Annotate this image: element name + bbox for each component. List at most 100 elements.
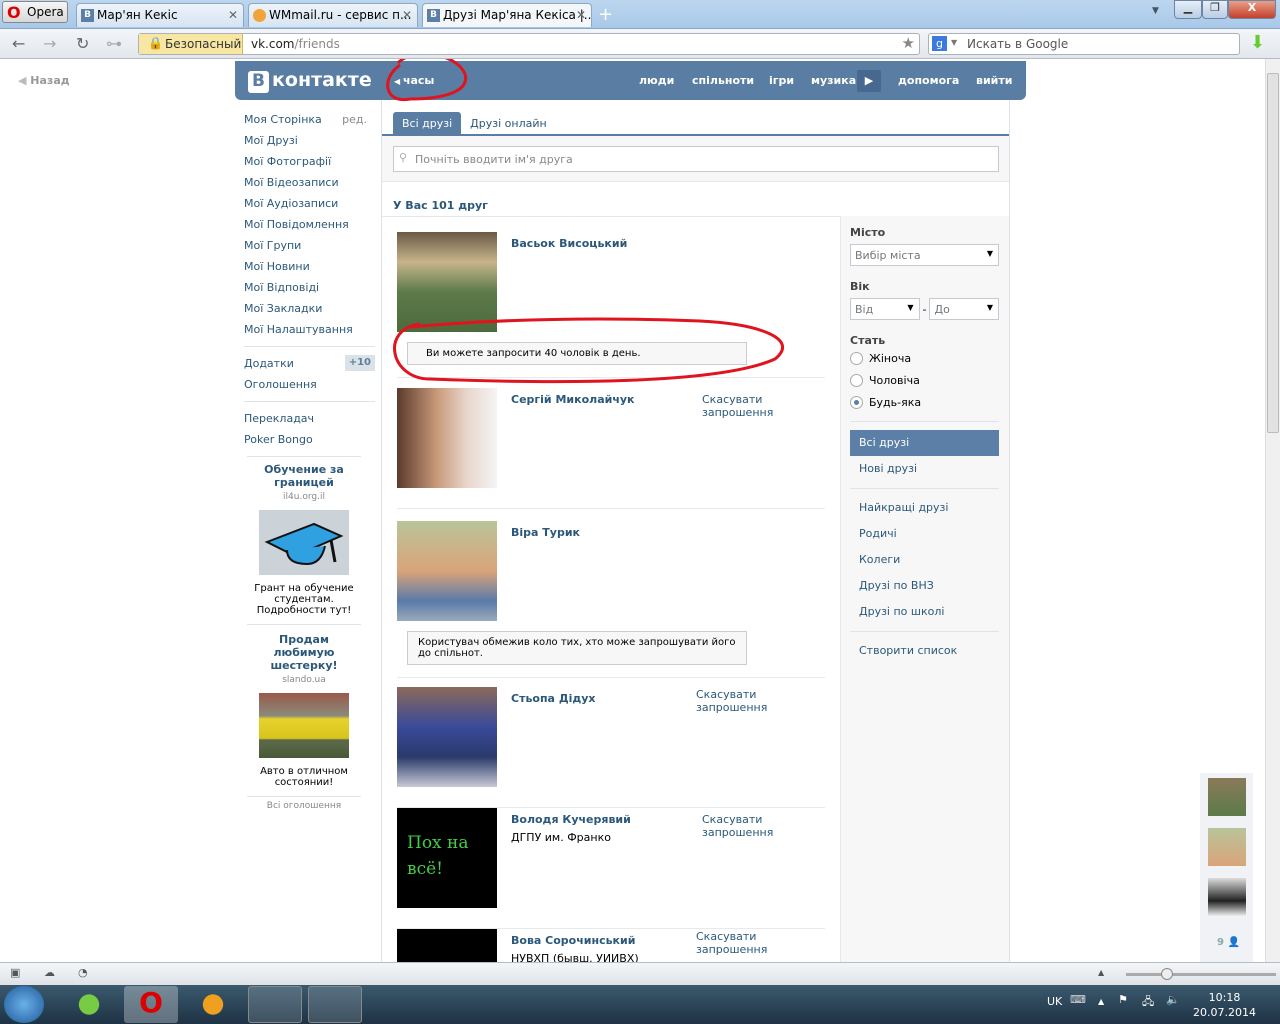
nav-games[interactable]: ігри [769,74,794,87]
nav-logout[interactable]: вийти [976,74,1012,87]
scroll-thumb[interactable] [1267,73,1279,433]
online-friend-avatar[interactable] [1208,878,1246,916]
edit-link[interactable]: ред. [342,109,367,130]
friend-photo[interactable] [397,521,497,621]
graduation-cap-image[interactable] [259,510,349,575]
sidebar-item-apps[interactable]: Додатки +10 [244,353,375,374]
back-arrow-icon[interactable]: ← [12,34,25,53]
browser-tab[interactable]: WMmail.ru - сервис п... ✕ [248,3,418,27]
network-icon[interactable]: 🖧 [1142,993,1154,1012]
sidebar-item-videos[interactable]: Мої Відеозаписи [244,172,375,193]
panel-toggle-icon[interactable]: ▣ [10,966,20,979]
city-select[interactable]: Вибір міста ▼ [850,244,999,266]
sidebar-item-poker-bongo[interactable]: Poker Bongo [244,429,375,450]
list-new-friends[interactable]: Нові друзі [850,456,999,482]
sidebar-item-groups[interactable]: Мої Групи [244,235,375,256]
cancel-invite-link[interactable]: Скасувати запрошення [696,688,825,714]
close-window-button[interactable]: X [1228,0,1276,19]
list-colleagues[interactable]: Колеги [850,547,999,573]
ad-title[interactable]: Продам любимую шестерку! [247,633,361,672]
sidebar-item-friends[interactable]: Мої Друзі [244,130,375,151]
online-friend-avatar[interactable] [1208,778,1246,816]
close-tab-icon[interactable]: ✕ [228,8,238,22]
sidebar-item-audio[interactable]: Мої Аудіозаписи [244,193,375,214]
download-icon[interactable]: ⬇ [1250,32,1265,53]
bookmark-star-icon[interactable]: ★ [902,34,915,52]
sex-radio-male[interactable]: Чоловіча [850,369,999,391]
all-ads-link[interactable]: Всі оголошення [247,801,361,811]
nav-more-button[interactable]: ▶ [857,70,881,92]
opera-menu-button[interactable]: O Opera [2,1,68,23]
zoom-slider-thumb[interactable] [1161,968,1173,980]
car-image[interactable] [259,693,349,758]
sidebar-item-ads[interactable]: Оголошення [244,374,375,395]
explorer-taskbar-icon[interactable] [248,986,302,1023]
sidebar-item-translator[interactable]: Перекладач [244,408,375,429]
friend-name[interactable]: Сергій Миколайчук [511,393,635,406]
web-search-field[interactable]: g ▼ Искать в Google [928,33,1240,55]
chevron-up-icon[interactable]: ▲ [1098,997,1104,1006]
sidebar-item-photos[interactable]: Мої Фотографії [244,151,375,172]
sex-radio-female[interactable]: Жіноча [850,347,999,369]
vk-logo[interactable]: Вконтакте [248,69,372,93]
header-back-link[interactable]: ◀ часы [394,74,434,87]
list-best-friends[interactable]: Найкращі друзі [850,495,999,521]
chevron-down-icon[interactable]: ▼ [951,38,957,47]
sidebar-item-answers[interactable]: Мої Відповіді [244,277,375,298]
nav-communities[interactable]: спільноти [692,74,754,87]
vertical-scrollbar[interactable] [1265,59,1280,962]
friend-name[interactable]: Вова Сорочинський [511,934,635,947]
sidebar-item-messages[interactable]: Мої Повідомлення [244,214,375,235]
cancel-invite-link[interactable]: Скасувати запрошення [702,813,773,839]
keyboard-icon[interactable]: ⌨ [1070,993,1086,1006]
reload-icon[interactable]: ↻ [76,34,89,53]
paint-taskbar-icon[interactable] [308,986,362,1023]
cancel-invite-link[interactable]: Скасувати запрошення [702,393,773,419]
friend-photo[interactable] [397,232,497,332]
new-tab-icon[interactable]: + [598,4,613,25]
sidebar-item-settings[interactable]: Мої Налаштування [244,319,375,340]
close-tab-icon[interactable]: ✕ [576,8,586,22]
cloud-icon[interactable]: ☁ [44,966,55,979]
ad-title[interactable]: Обучение за границей [247,463,361,489]
friend-photo[interactable] [397,388,497,488]
browser-tab[interactable]: В Мар'ян Кекіс ✕ [76,3,244,27]
friend-search-input[interactable]: ⚲ Почніть вводити ім'я друга [393,146,999,172]
opera-taskbar-icon[interactable]: O [124,986,178,1023]
list-all-friends[interactable]: Всі друзі [850,430,999,456]
age-from-select[interactable]: Від ▼ [850,298,920,320]
age-to-select[interactable]: До ▼ [929,298,999,320]
online-friend-avatar[interactable] [1208,828,1246,866]
list-relatives[interactable]: Родичі [850,521,999,547]
browser-tab-active[interactable]: В Друзі Мар'яна Кекіса |... ✕ [422,3,592,27]
back-link[interactable]: ◀ Назад [18,74,70,87]
friend-name[interactable]: Стьопа Дідух [511,692,596,705]
friend-name[interactable]: Володя Кучерявий [511,813,631,826]
start-button[interactable] [4,986,44,1023]
friend-name[interactable]: Васьок Висоцький [511,237,627,250]
flag-icon[interactable]: ⚑ [1118,993,1128,1006]
tab-all-friends[interactable]: Всі друзі [393,112,462,135]
zoom-slider[interactable] [1126,968,1276,980]
friend-photo[interactable]: Пох на всё! [397,808,497,908]
address-field[interactable]: 🔒 Безопасный vk.com/friends ★ [138,33,920,55]
friend-photo[interactable] [397,687,497,787]
sidebar-item-news[interactable]: Мої Новини [244,256,375,277]
friend-name[interactable]: Віра Турик [511,526,580,539]
volume-icon[interactable]: 🔈 [1166,993,1180,1006]
create-list-link[interactable]: Створити список [850,638,999,664]
ad-block[interactable]: Продам любимую шестерку! slando.ua Авто … [247,633,361,797]
list-university-friends[interactable]: Друзі по ВНЗ [850,573,999,599]
nav-music[interactable]: музика [811,74,856,87]
nav-people[interactable]: люди [639,74,674,87]
restore-button[interactable]: ❐ [1202,0,1228,19]
cancel-invite-link[interactable]: Скасувати запрошення [696,930,825,956]
online-count[interactable]: 9 👤 [1217,937,1240,948]
friend-photo[interactable] [397,929,497,962]
tab-friends-online[interactable]: Друзі онлайн [461,112,556,135]
aimp-taskbar-icon[interactable] [186,986,240,1023]
close-tab-icon[interactable]: ✕ [402,8,412,22]
speed-dial-icon[interactable]: ◔ [78,966,88,979]
list-school-friends[interactable]: Друзі по школі [850,599,999,625]
language-indicator[interactable]: UK [1047,995,1062,1008]
